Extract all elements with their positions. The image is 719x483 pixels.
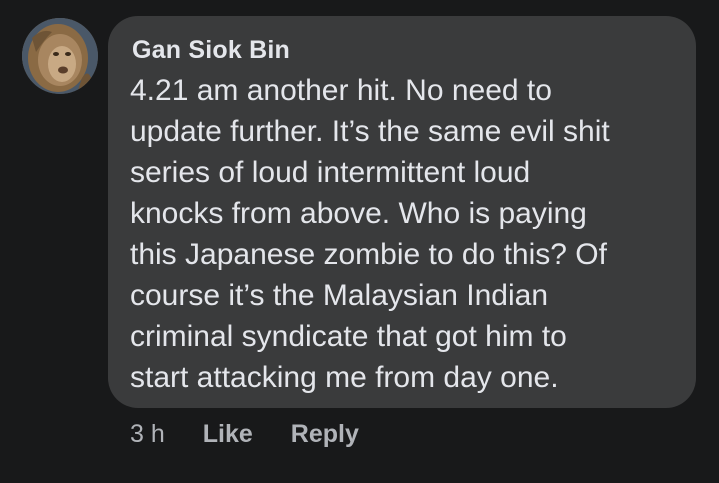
comment-text-line: 4.21 am another hit. No need to [130,74,552,107]
comment-actions: 3 h Like Reply [130,420,359,449]
comment-text-line: update further. It’s the same evil shit [130,115,610,148]
comment-timestamp[interactable]: 3 h [130,420,165,449]
comment-text-line: this Japanese zombie to do this? Of [130,238,607,271]
comment-text-line: course it’s the Malaysian Indian [130,279,549,312]
like-button[interactable]: Like [203,420,253,449]
reply-button[interactable]: Reply [291,420,359,449]
lion-avatar-icon [22,18,98,94]
comment-text-line: series of loud intermittent loud [130,156,531,189]
comment-text-line: knocks from above. Who is paying [130,197,587,230]
avatar[interactable] [22,18,98,94]
comment-text-line: start attacking me from day one. [130,361,559,394]
comment-text-line: criminal syndicate that got him to [130,320,567,353]
comment-text: 4.21 am another hit. No need to update f… [130,70,682,398]
comment-author[interactable]: Gan Siok Bin [132,36,290,65]
comment-thread: Gan Siok Bin 4.21 am another hit. No nee… [0,0,719,483]
comment-bubble: Gan Siok Bin 4.21 am another hit. No nee… [108,16,696,408]
